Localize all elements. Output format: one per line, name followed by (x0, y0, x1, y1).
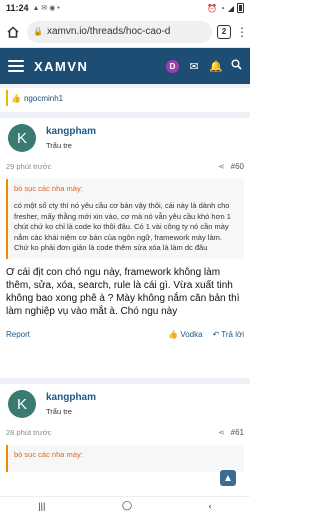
post-number[interactable]: #61 (231, 428, 244, 437)
reply-icon: ↶ (212, 330, 220, 340)
quote-text: có một số cty thì nó yêu cầu cơ bản vậy … (14, 201, 231, 252)
lock-icon: 🔒 (33, 27, 43, 36)
post-username[interactable]: kangpham (46, 126, 96, 137)
share-icon[interactable]: ⋖ (218, 162, 225, 171)
site-header: XAMVN D ✉ 🔔 (0, 48, 250, 84)
quote-block: bò sục các nha mày: có một số cty thì nó… (6, 179, 244, 259)
post-username[interactable]: kangpham (46, 392, 96, 403)
site-logo[interactable]: XAMVN (34, 59, 156, 74)
android-nav-bar: ||| ◯ ‹ (0, 496, 250, 514)
notification-icons: ▲ ✉ ◉ • (32, 5, 60, 12)
address-bar[interactable]: 🔒 xamvn.io/threads/hoc-cao-d (27, 20, 212, 43)
react-label: Vodka (180, 330, 203, 340)
post-number[interactable]: #60 (231, 162, 244, 171)
signal-icon: ◢ (227, 3, 234, 13)
reaction-icon: 👍 (11, 93, 21, 103)
hamburger-menu-icon[interactable] (8, 60, 24, 72)
post: K kangpham Trẩu tre 29 phút trước ⋖ #60 … (0, 118, 250, 340)
home-nav-icon[interactable]: ◯ (122, 500, 132, 511)
header-gap (0, 84, 250, 88)
alarm-icon: ⏰ (207, 3, 217, 13)
post-time[interactable]: 28 phút trước (6, 428, 51, 437)
report-link[interactable]: Report (6, 330, 30, 339)
thumbs-up-icon: 👍 (168, 330, 179, 340)
tab-switcher-button[interactable]: 2 (217, 24, 231, 39)
user-avatar[interactable]: D (166, 59, 179, 73)
search-icon[interactable] (230, 59, 242, 73)
quote-author[interactable]: bò sục các nha mày: (14, 184, 238, 193)
avatar[interactable]: K (8, 390, 36, 418)
reaction-bar[interactable]: 👍 ngocminh1 (6, 90, 244, 106)
user-title: Trẩu tre (46, 141, 72, 150)
avatar[interactable]: K (8, 124, 36, 152)
quote-author[interactable]: bò sục các nha mày: (14, 450, 238, 459)
scroll-to-top-button[interactable]: ▲ (220, 470, 236, 486)
url-text: xamvn.io/threads/hoc-cao-d (46, 26, 171, 37)
wifi-icon: ◔ (220, 3, 225, 13)
user-title: Trẩu tre (46, 407, 72, 416)
post-body: Ơ cái địt con chó ngu này, framework khô… (6, 266, 240, 318)
status-time: 11:24 (6, 3, 29, 13)
recent-apps-icon[interactable]: ||| (38, 501, 45, 511)
browser-toolbar: 🔒 xamvn.io/threads/hoc-cao-d 2 ⋮ (0, 16, 250, 48)
battery-icon (237, 3, 244, 13)
post-time[interactable]: 29 phút trước (6, 162, 51, 171)
browser-menu-icon[interactable]: ⋮ (236, 26, 248, 38)
mail-icon[interactable]: ✉ (188, 60, 200, 73)
reply-button[interactable]: ↶ Trả lời (213, 330, 244, 339)
status-bar: 11:24 ▲ ✉ ◉ • ⏰ ◔ ◢ (0, 0, 250, 16)
quote-block: bò sục các nha mày: (6, 445, 244, 472)
bell-icon[interactable]: 🔔 (209, 60, 223, 73)
back-icon[interactable]: ‹ (209, 501, 212, 511)
share-icon[interactable]: ⋖ (218, 428, 225, 437)
post: K kangpham Trẩu tre 28 phút trước ⋖ #61 … (0, 384, 250, 472)
reply-label: Trả lời (221, 330, 244, 340)
reaction-user[interactable]: ngocminh1 (24, 94, 63, 103)
home-icon[interactable] (4, 23, 22, 41)
react-button[interactable]: 👍 Vodka (168, 330, 202, 339)
